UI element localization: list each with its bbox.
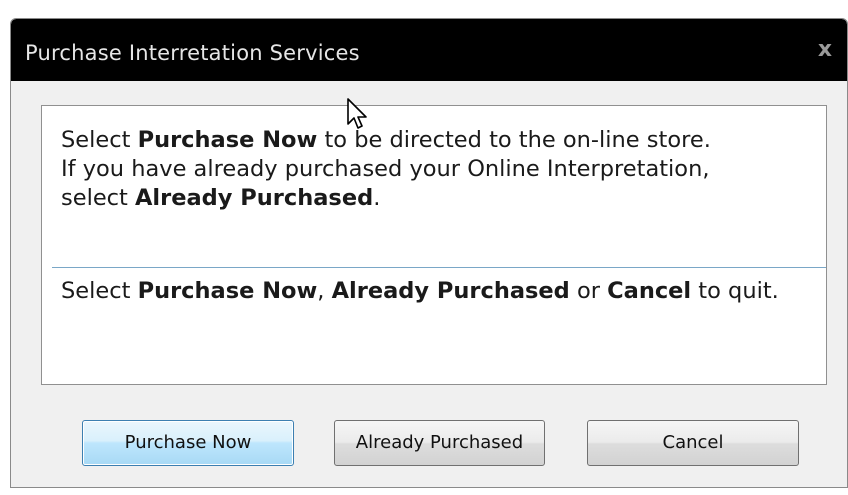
purchase-dialog: Purchase Interretation Services x Select… bbox=[10, 18, 848, 488]
instruction-text: to quit. bbox=[691, 278, 779, 304]
close-icon[interactable]: x bbox=[813, 37, 837, 63]
instruction-text: , bbox=[317, 278, 332, 304]
message-text: Select bbox=[61, 127, 138, 153]
instruction-emphasis: Cancel bbox=[607, 278, 692, 304]
instruction-text: or bbox=[569, 278, 608, 304]
instruction-message: Select Purchase Now, Already Purchased o… bbox=[61, 277, 821, 306]
message-emphasis: Already Purchased bbox=[135, 185, 374, 211]
instruction-emphasis: Purchase Now bbox=[137, 278, 318, 304]
message-line-1: Select Purchase Now to be directed to th… bbox=[61, 126, 821, 155]
instruction-emphasis: Already Purchased bbox=[331, 278, 570, 304]
already-purchased-button[interactable]: Already Purchased bbox=[334, 420, 545, 466]
message-line-3: select Already Purchased. bbox=[61, 184, 821, 213]
purchase-message: Select Purchase Now to be directed to th… bbox=[61, 126, 821, 213]
message-line-2: If you have already purchased your Onlin… bbox=[61, 156, 710, 182]
dialog-titlebar[interactable]: Purchase Interretation Services x bbox=[11, 19, 847, 81]
message-emphasis: Purchase Now bbox=[137, 127, 318, 153]
panel-divider bbox=[52, 267, 826, 268]
instruction-text: Select bbox=[61, 278, 138, 304]
dialog-title: Purchase Interretation Services bbox=[25, 41, 360, 65]
purchase-now-button[interactable]: Purchase Now bbox=[82, 420, 294, 466]
message-text: to be directed to the on-line store. bbox=[317, 127, 711, 153]
cancel-button[interactable]: Cancel bbox=[587, 420, 799, 466]
message-text: select bbox=[61, 185, 136, 211]
message-text: . bbox=[373, 185, 381, 211]
message-panel: Select Purchase Now to be directed to th… bbox=[41, 105, 827, 385]
